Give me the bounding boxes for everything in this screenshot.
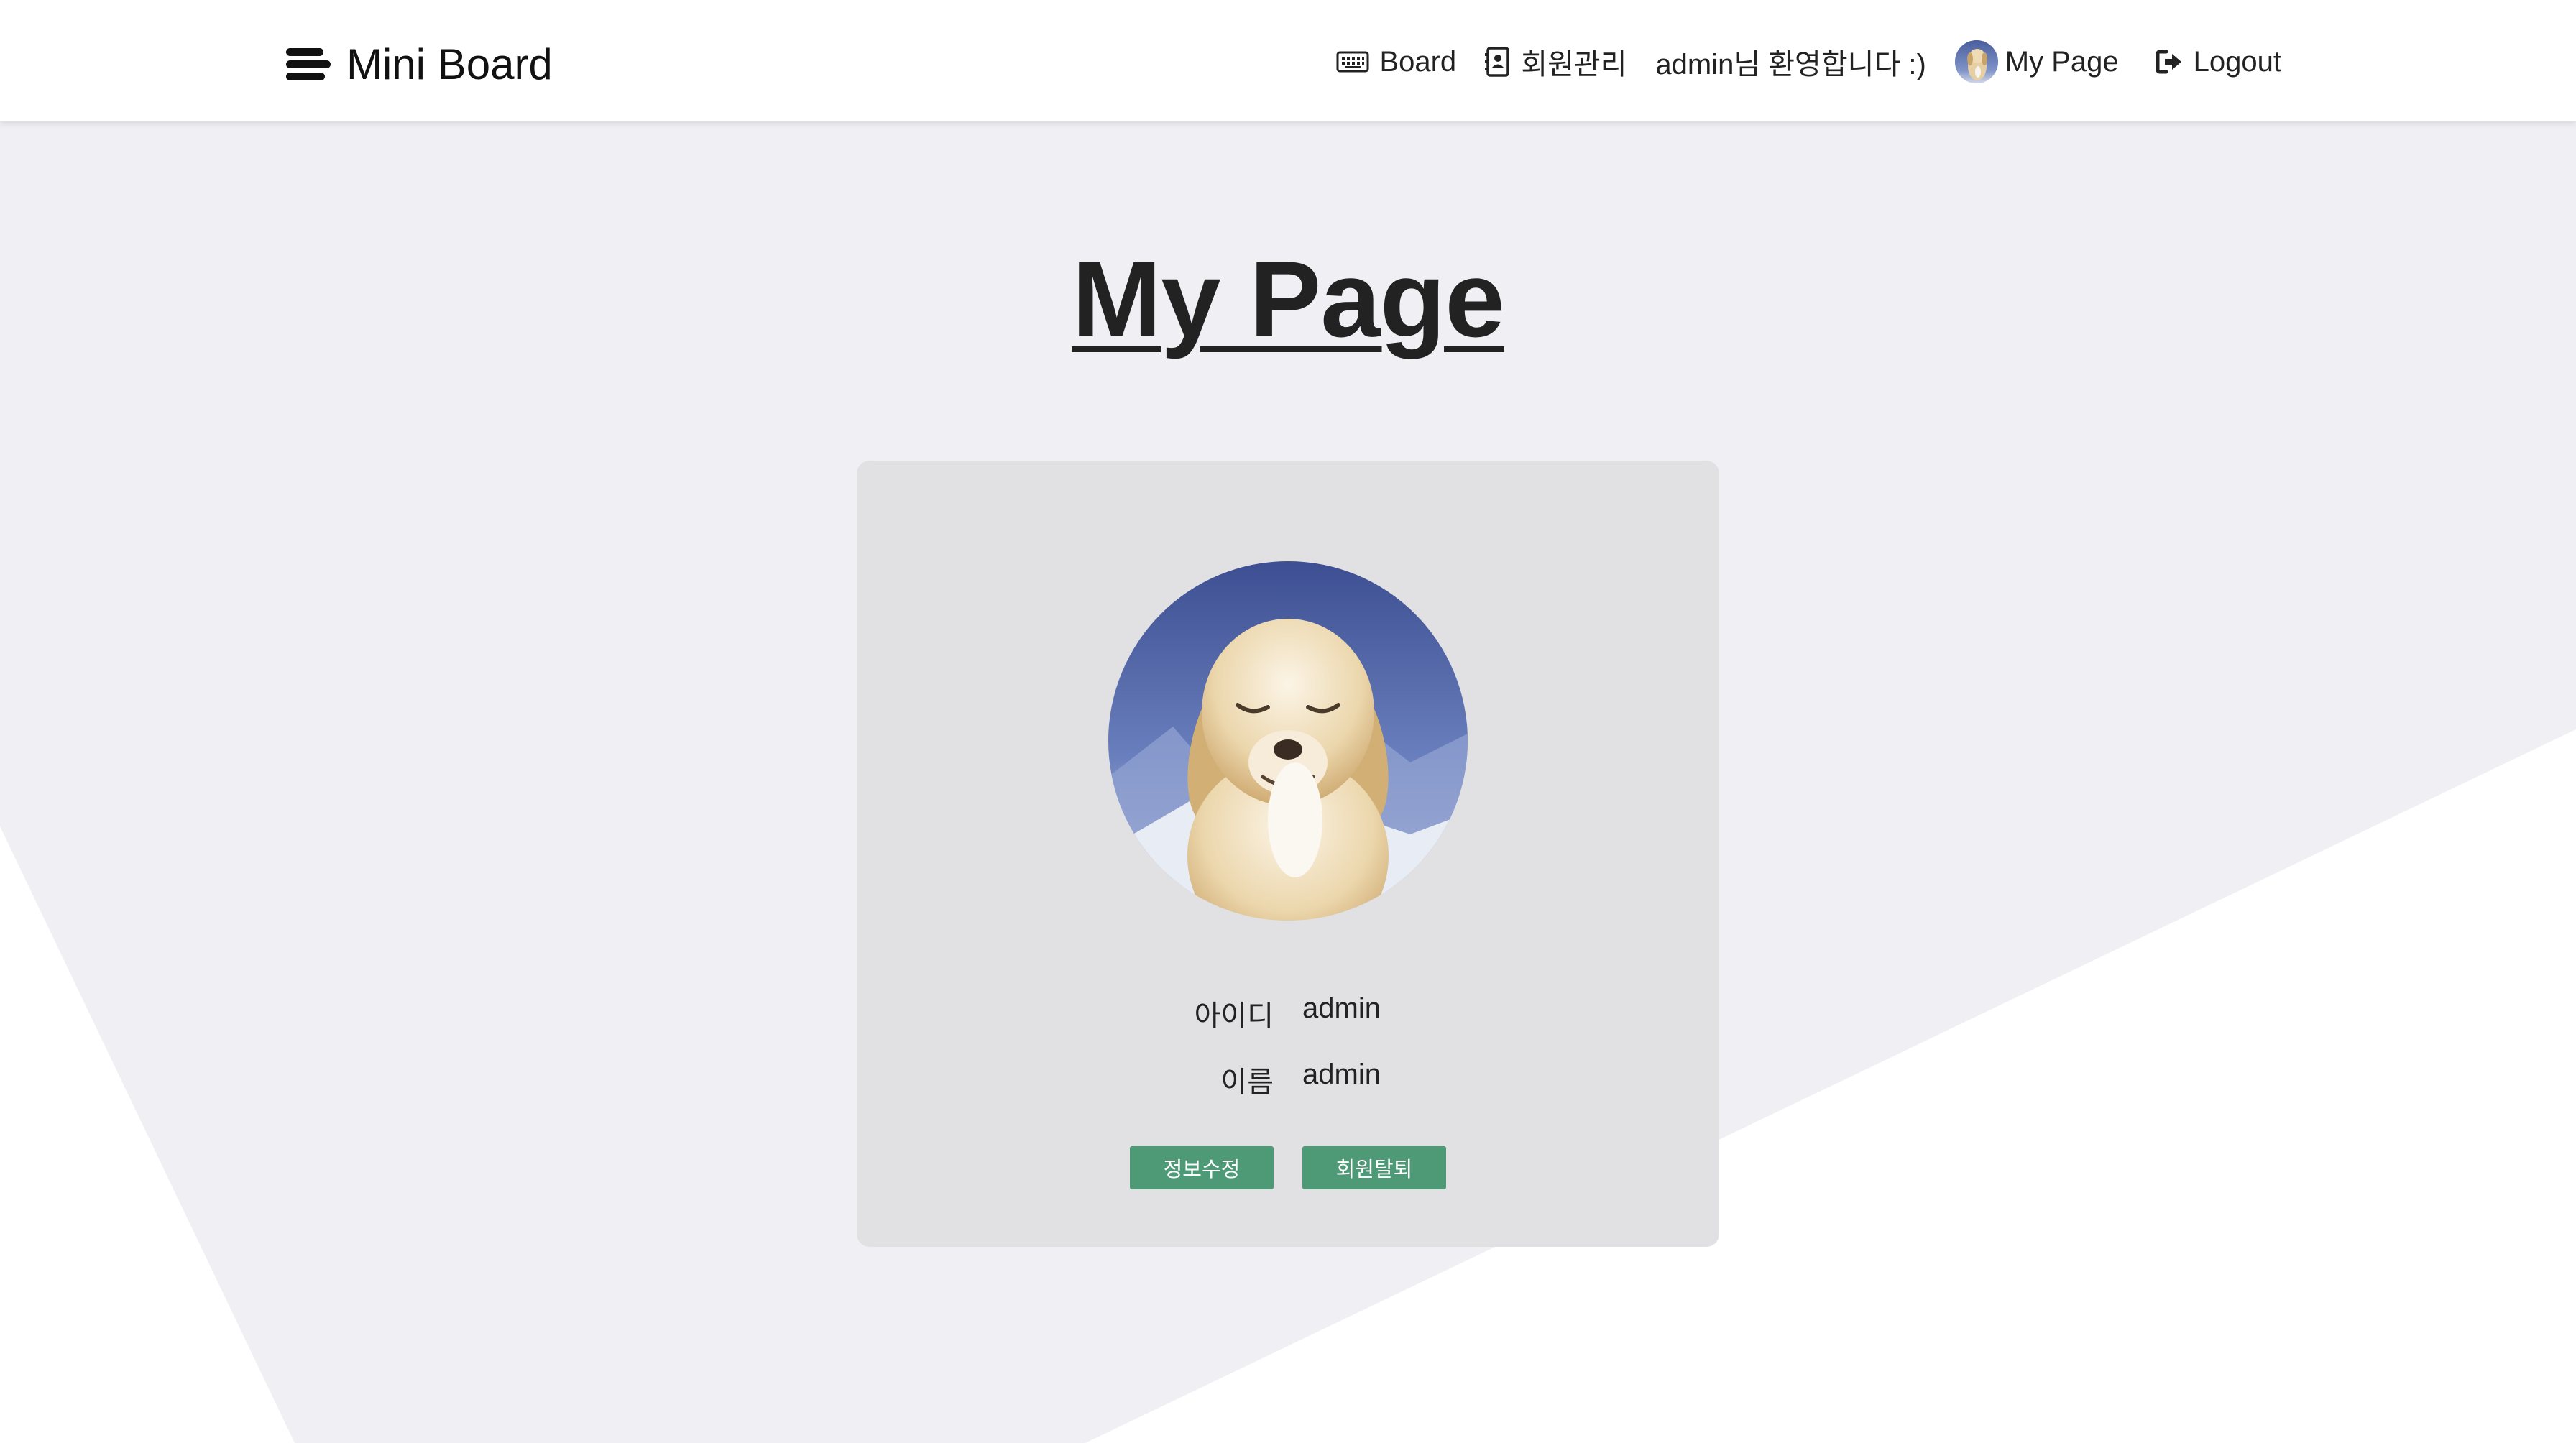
nav-mypage-label: My Page	[2005, 45, 2119, 78]
logout-icon	[2155, 49, 2184, 75]
edit-info-button[interactable]: 정보수정	[1130, 1146, 1274, 1189]
welcome-text: admin님 환영합니다 :)	[1655, 49, 1926, 80]
top-navbar: Mini Board Board 회원관리 admin님 환영합니다:) My…	[0, 0, 2576, 121]
brand-logo-link[interactable]: Mini Board	[286, 39, 553, 89]
withdraw-button[interactable]: 회원탈퇴	[1302, 1146, 1446, 1189]
info-row-name: 이름 admin	[857, 1054, 1719, 1098]
id-value: admin	[1302, 992, 1381, 1024]
brand-name: Mini Board	[346, 40, 553, 88]
bars-staggered-icon	[286, 44, 331, 84]
nav-board-label: Board	[1379, 45, 1457, 78]
nav-mypage-link[interactable]: My Page	[1954, 40, 2119, 83]
nav-logout-link[interactable]: Logout	[2155, 46, 2281, 78]
name-label: 이름	[1220, 1066, 1274, 1098]
user-avatar	[1954, 40, 1998, 83]
profile-photo	[1108, 561, 1468, 921]
welcome-message: admin님 환영합니다 :)	[1655, 41, 1926, 83]
name-value: admin	[1302, 1059, 1381, 1090]
page-title: My Page	[1072, 239, 1505, 359]
keyboard-icon	[1336, 50, 1369, 73]
nav-menu: Board 회원관리 admin님 환영합니다 :) My Page Logou…	[1336, 36, 2281, 88]
info-row-id: 아이디 admin	[857, 988, 1719, 1032]
address-book-icon	[1485, 46, 1511, 78]
id-label: 아이디	[1194, 1000, 1274, 1032]
nav-members-label: 회원관리	[1521, 49, 1627, 80]
nav-board-link[interactable]: Board	[1336, 46, 1456, 78]
profile-card: 아이디 admin 이름 admin 정보수정 회원탈퇴	[857, 461, 1719, 1247]
nav-logout-label: Logout	[2193, 45, 2281, 78]
nav-members-link[interactable]: 회원관리	[1485, 41, 1627, 83]
title-container: My Page	[0, 237, 2576, 361]
